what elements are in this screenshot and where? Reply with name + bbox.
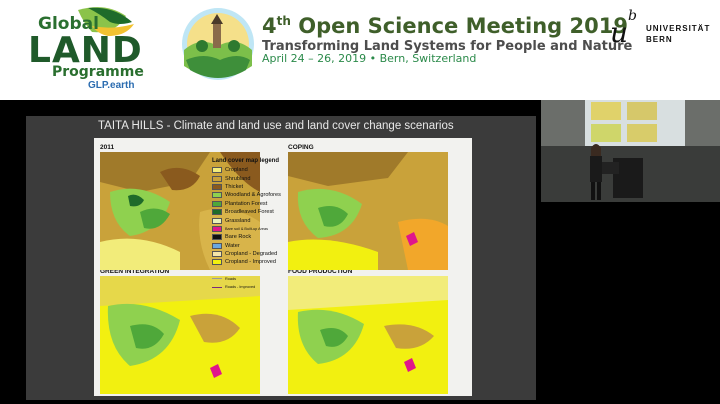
legend-label: Bare Rock: [225, 234, 252, 241]
legend-swatch: [212, 209, 222, 216]
legend-label: Shrubland: [225, 175, 251, 182]
legend-item: Water: [212, 242, 298, 250]
conference-banner: Global LAND Programme GLP.earth 4th Open…: [0, 0, 720, 100]
land-cover-map-coping: [288, 152, 448, 270]
legend-title: Land cover map legend: [212, 158, 280, 164]
map-panel: 2011 COPING GREEN INTEGRATION FOOD PRODU…: [94, 138, 472, 396]
conference-title-ordinal: 4: [262, 14, 277, 38]
legend-swatch: [212, 167, 222, 174]
legend-roads: Roads Roads - Improved: [212, 275, 298, 292]
glp-logo: Global LAND Programme GLP.earth: [22, 4, 152, 92]
legend-item: Plantation Forest: [212, 200, 298, 208]
land-cover-map-food-production: [288, 276, 448, 394]
legend-label: Cropland - Degraded: [225, 251, 278, 258]
legend-road-item: Roads: [212, 275, 298, 283]
land-cover-map-coping-graphic: [288, 152, 448, 270]
conference-title-ordinal-suffix: th: [276, 14, 291, 28]
osm-logo: [180, 6, 256, 82]
land-cover-map-green-integration: [100, 276, 260, 394]
legend-swatch: [212, 225, 222, 232]
conference-title: 4th Open Science Meeting 2019: [262, 14, 628, 38]
osm-logo-graphic: [182, 8, 254, 80]
legend-item: Bare Rock: [212, 233, 298, 241]
legend-label: Broadleaved Forest: [225, 209, 274, 216]
glp-programme-text: Programme: [52, 64, 144, 80]
legend-item: Cropland - Improved: [212, 258, 298, 266]
map-label-coping: COPING: [288, 144, 314, 151]
legend-road-item: Roads - Improved: [212, 283, 298, 291]
legend-swatch: [212, 200, 222, 207]
university-bern-logo: u b UNIVERSITÄT BERN: [610, 8, 714, 54]
slide-title: TAITA HILLS - Climate and land use and l…: [98, 120, 454, 132]
legend-label: Cropland: [225, 167, 248, 174]
legend-road-line: [212, 286, 222, 288]
legend-road-label: Roads - Improved: [225, 285, 256, 290]
legend-label: Plantation Forest: [225, 200, 268, 207]
legend-item: Thicket: [212, 183, 298, 191]
legend-item: Cropland: [212, 166, 298, 174]
legend-swatch: [212, 259, 222, 266]
legend-swatch: [212, 234, 222, 241]
unibe-mark-b: b: [628, 8, 637, 24]
legend-label: Grassland: [225, 217, 251, 224]
legend-swatch: [212, 217, 222, 224]
legend-item: Grassland: [212, 216, 298, 224]
unibe-line1: UNIVERSITÄT: [646, 24, 711, 33]
land-cover-map-green-integration-graphic: [100, 276, 260, 394]
conference-date-location: April 24 – 26, 2019 • Bern, Switzerland: [262, 52, 477, 65]
land-cover-legend: Land cover map legend Cropland Shrubland T…: [212, 158, 298, 291]
map-label-2011: 2011: [100, 144, 115, 151]
legend-road-label: Roads: [225, 276, 236, 281]
unibe-line2: BERN: [646, 35, 673, 44]
legend-items: Cropland Shrubland Thicket Woodland & Agrof…: [212, 166, 298, 267]
legend-label: Cropland - Improved: [225, 259, 276, 266]
legend-item: Cropland - Degraded: [212, 250, 298, 258]
speaker-video-frame: [541, 100, 720, 202]
speaker-video: [541, 100, 720, 202]
glp-url: GLP.earth: [88, 80, 135, 91]
legend-swatch: [212, 251, 222, 258]
legend-item: Shrubland: [212, 174, 298, 182]
unibe-mark-u: u: [610, 16, 629, 49]
conference-title-rest: Open Science Meeting 2019: [290, 14, 628, 38]
legend-road-line: [212, 278, 222, 280]
legend-swatch: [212, 242, 222, 249]
legend-label: Water: [225, 242, 240, 249]
legend-swatch: [212, 183, 222, 190]
legend-item: Woodland & Agrofores: [212, 191, 298, 199]
land-cover-map-food-production-graphic: [288, 276, 448, 394]
legend-label: Thicket: [225, 183, 244, 190]
legend-label: Bare soil & Built-up Areas: [225, 226, 269, 231]
legend-swatch: [212, 175, 222, 182]
legend-swatch: [212, 192, 222, 199]
presentation-slide: TAITA HILLS - Climate and land use and l…: [26, 116, 536, 400]
legend-item: Bare soil & Built-up Areas: [212, 225, 298, 233]
legend-item: Broadleaved Forest: [212, 208, 298, 216]
legend-label: Woodland & Agrofores: [225, 192, 281, 199]
